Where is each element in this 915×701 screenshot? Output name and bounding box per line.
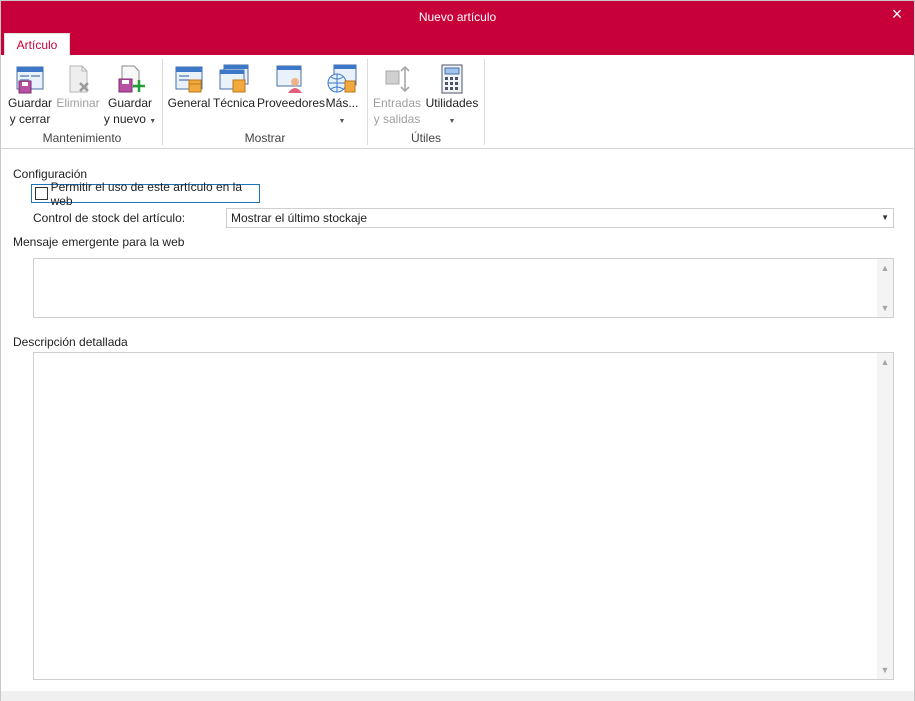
detailed-description-textarea[interactable]: ▲ ▼: [33, 352, 894, 680]
technical-icon: [219, 64, 249, 93]
stock-control-label: Control de stock del artículo:: [33, 211, 186, 225]
guardar-cerrar-label2: y cerrar: [9, 112, 51, 126]
guardar-cerrar-button[interactable]: Guardar y cerrar: [7, 59, 53, 129]
web-usage-checkbox-label: Permitir el uso de este artículo en la w…: [50, 179, 243, 208]
mas-label: Más...: [325, 96, 359, 110]
title-bar: Nuevo artículo ×: [1, 1, 914, 33]
entradas-salidas-label1: Entradas: [372, 96, 422, 110]
scroll-down-icon[interactable]: ▼: [877, 301, 893, 315]
checkbox-box[interactable]: [35, 187, 48, 200]
popup-message-scrollbar[interactable]: ▲ ▼: [877, 259, 893, 317]
popup-message-textarea[interactable]: ▲ ▼: [33, 258, 894, 318]
guardar-cerrar-label1: Guardar: [7, 96, 53, 110]
ribbon-group-utiles: Entradas y salidas Utilidades ▼ Útiles: [368, 59, 484, 145]
general-button[interactable]: General: [167, 59, 211, 129]
group-label-mantenimiento: Mantenimiento: [42, 131, 122, 145]
form-area: Configuración Permitir el uso de este ar…: [1, 150, 914, 691]
window-title: Nuevo artículo: [418, 10, 497, 24]
save-close-icon: [16, 66, 44, 94]
eliminar-button[interactable]: Eliminar: [55, 59, 101, 129]
chevron-down-icon: ▼: [448, 118, 456, 125]
scroll-down-icon[interactable]: ▼: [877, 663, 893, 677]
tecnica-label: Técnica: [213, 96, 256, 110]
utilidades-label: Utilidades: [425, 96, 479, 110]
ribbon: Guardar y cerrar Eliminar Guardar y nuev…: [1, 55, 914, 149]
scroll-up-icon[interactable]: ▲: [877, 355, 893, 369]
more-globe-icon: [327, 64, 357, 93]
tecnica-button[interactable]: Técnica: [213, 59, 255, 129]
proveedores-button[interactable]: Proveedores: [257, 59, 326, 129]
bottom-strip: [1, 691, 914, 701]
stock-control-value: Mostrar el último stockaje: [231, 211, 368, 225]
scroll-up-icon[interactable]: ▲: [877, 261, 893, 275]
general-icon: [175, 66, 203, 93]
group-label-mostrar: Mostrar: [244, 131, 286, 145]
save-new-icon: [118, 65, 145, 93]
calculator-icon: [441, 64, 463, 94]
close-icon[interactable]: ×: [886, 4, 908, 26]
dialog-window: Nuevo artículo × Artículo Guardar y cerr…: [0, 0, 915, 701]
guardar-nuevo-button[interactable]: Guardar y nuevo ▼: [103, 59, 157, 129]
entradas-salidas-label2: y salidas: [373, 112, 421, 126]
popup-message-label: Mensaje emergente para la web: [13, 235, 185, 249]
detailed-description-scrollbar[interactable]: ▲ ▼: [877, 353, 893, 679]
chevron-down-icon: ▼: [149, 118, 157, 125]
suppliers-icon: [276, 65, 302, 93]
chevron-down-icon[interactable]: ▼: [881, 209, 889, 227]
guardar-nuevo-label2-wrap: y nuevo ▼: [103, 112, 157, 129]
delete-icon: [69, 65, 89, 93]
ribbon-tabstrip: Artículo: [1, 33, 914, 55]
web-usage-checkbox[interactable]: Permitir el uso de este artículo en la w…: [31, 180, 260, 208]
entradas-salidas-button[interactable]: Entradas y salidas: [372, 59, 422, 129]
eliminar-label: Eliminar: [56, 96, 100, 110]
ribbon-group-mostrar: General Técnica Proveedores Más... ▼ Mos…: [163, 59, 367, 145]
in-out-icon: [385, 65, 410, 93]
utilidades-button[interactable]: Utilidades ▼: [424, 59, 480, 129]
mas-button[interactable]: Más... ▼: [323, 59, 361, 129]
guardar-nuevo-label2: y nuevo: [103, 112, 146, 126]
general-label: General: [167, 96, 211, 110]
proveedores-label: Proveedores: [257, 96, 326, 110]
group-label-utiles: Útiles: [410, 131, 441, 145]
group-divider: [484, 59, 485, 145]
tab-articulo[interactable]: Artículo: [4, 33, 70, 55]
stock-control-select[interactable]: Mostrar el último stockaje ▼: [226, 208, 894, 228]
ribbon-group-mantenimiento: Guardar y cerrar Eliminar Guardar y nuev…: [3, 59, 161, 145]
chevron-down-icon: ▼: [338, 118, 346, 125]
guardar-nuevo-label1: Guardar: [107, 96, 153, 110]
detailed-description-label: Descripción detallada: [13, 335, 128, 349]
